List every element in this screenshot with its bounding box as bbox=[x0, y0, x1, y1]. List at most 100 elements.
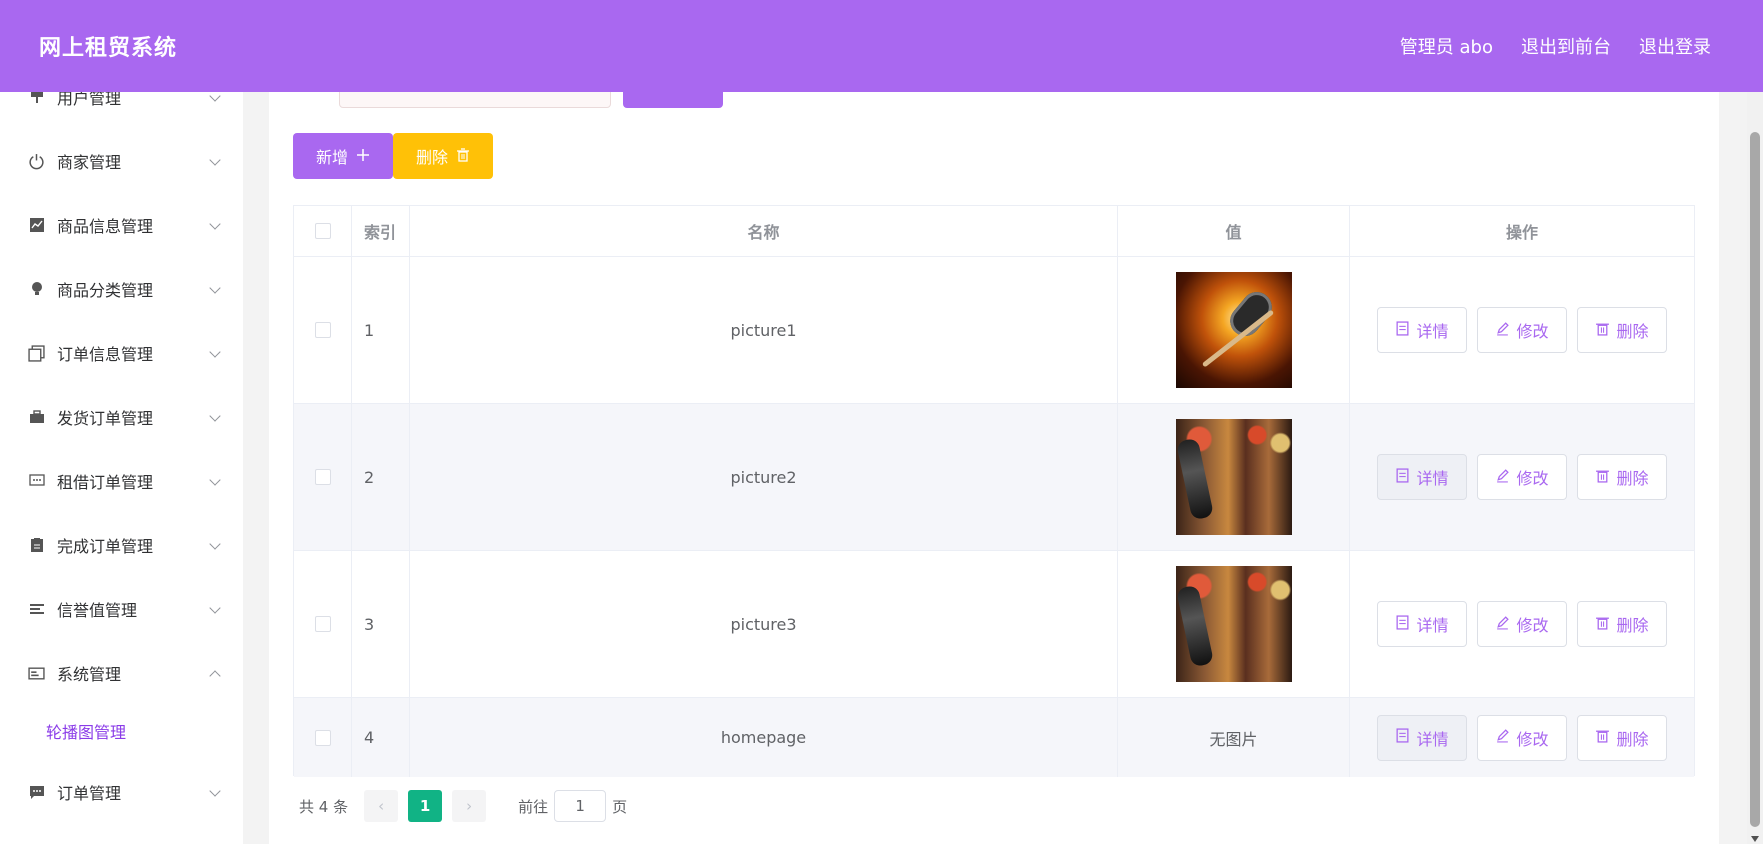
document-icon bbox=[1395, 320, 1410, 340]
list-icon bbox=[27, 600, 46, 619]
logout-link[interactable]: 退出登录 bbox=[1639, 33, 1711, 59]
sidebar-item-credit[interactable]: 信誉值管理 bbox=[0, 577, 243, 641]
sidebar-item-completed-orders[interactable]: 完成订单管理 bbox=[0, 513, 243, 577]
chart-icon bbox=[27, 216, 46, 235]
select-all-checkbox[interactable] bbox=[314, 223, 331, 239]
vertical-scrollbar[interactable] bbox=[1747, 92, 1763, 844]
row-index: 2 bbox=[352, 404, 410, 550]
document-icon bbox=[1395, 614, 1410, 634]
row-checkbox[interactable] bbox=[314, 322, 331, 338]
edit-icon bbox=[1495, 468, 1510, 487]
chevron-down-icon bbox=[209, 218, 221, 230]
message-icon bbox=[27, 783, 46, 802]
chat-icon bbox=[27, 472, 46, 491]
edit-button[interactable]: 修改 bbox=[1477, 601, 1567, 647]
sidebar-item-order-info[interactable]: 订单信息管理 bbox=[0, 321, 243, 385]
trash-icon bbox=[1595, 468, 1610, 487]
chevron-down-icon bbox=[209, 92, 221, 102]
edit-button[interactable]: 修改 bbox=[1477, 714, 1567, 761]
scrollbar-thumb[interactable] bbox=[1750, 132, 1760, 827]
row-name: homepage bbox=[410, 698, 1118, 777]
header-value: 值 bbox=[1118, 206, 1350, 256]
sidebar-item-merchants[interactable]: 商家管理 bbox=[0, 129, 243, 193]
edit-label: 修改 bbox=[1516, 729, 1549, 749]
trash-icon bbox=[1595, 728, 1610, 747]
microphone-image bbox=[1175, 272, 1292, 388]
admin-user-link[interactable]: 管理员 abo bbox=[1400, 33, 1493, 59]
delete-button[interactable]: 删除 bbox=[1577, 714, 1667, 761]
chevron-down-icon bbox=[209, 346, 221, 358]
sidebar-item-label: 订单信息管理 bbox=[57, 345, 154, 364]
chevron-down-icon bbox=[209, 154, 221, 166]
goto-page-input[interactable]: 1 bbox=[554, 790, 607, 822]
edit-label: 修改 bbox=[1516, 469, 1549, 488]
pagination-total: 共 4 条 bbox=[299, 797, 349, 816]
table-header: 索引 名称 值 操作 bbox=[294, 206, 1694, 257]
chevron-down-icon bbox=[209, 410, 221, 422]
detail-button[interactable]: 详情 bbox=[1377, 454, 1467, 500]
sidebar-subitem-carousel[interactable]: 轮播图管理 bbox=[0, 705, 243, 757]
sidebar-item-orders[interactable]: 订单管理 bbox=[0, 760, 243, 824]
delete-label: 删除 bbox=[1616, 469, 1649, 488]
detail-button[interactable]: 详情 bbox=[1377, 601, 1467, 647]
copy-icon bbox=[27, 344, 46, 363]
trash-icon bbox=[456, 147, 470, 166]
bulb-icon bbox=[27, 280, 46, 299]
detail-button[interactable]: 详情 bbox=[1377, 307, 1467, 353]
sidebar-item-rental-orders[interactable]: 租借订单管理 bbox=[0, 449, 243, 513]
brand-title: 网上租贸系统 bbox=[39, 36, 178, 61]
sidebar: 用户管理 商家管理 商品信息管理 商品分类管理 订单信息管理 发货订单管理 租借… bbox=[0, 92, 243, 844]
top-header: 网上租贸系统 管理员 abo 退出到前台 退出登录 bbox=[0, 0, 1763, 92]
detail-button[interactable]: 详情 bbox=[1377, 714, 1467, 761]
edit-icon bbox=[1495, 321, 1510, 340]
trash-icon bbox=[1595, 321, 1610, 340]
row-value: 无图片 bbox=[1118, 698, 1350, 777]
detail-label: 详情 bbox=[1416, 729, 1449, 749]
data-table: 索引 名称 值 操作 1 picture1 详情 修改 删除 2 picture… bbox=[293, 205, 1695, 777]
delete-button[interactable]: 删除 bbox=[1577, 454, 1667, 500]
chevron-down-icon bbox=[209, 602, 221, 614]
row-checkbox[interactable] bbox=[314, 616, 331, 632]
sidebar-item-label: 租借订单管理 bbox=[57, 473, 154, 492]
delete-label: 删除 bbox=[1616, 616, 1649, 635]
sidebar-item-label: 商家管理 bbox=[57, 153, 122, 172]
sidebar-item-users[interactable]: 用户管理 bbox=[0, 92, 243, 129]
header-name: 名称 bbox=[410, 206, 1118, 256]
delete-label: 删除 bbox=[1616, 322, 1649, 341]
chevron-down-icon bbox=[209, 282, 221, 294]
sidebar-item-label: 商品分类管理 bbox=[57, 281, 154, 300]
edit-label: 修改 bbox=[1516, 616, 1549, 635]
edit-label: 修改 bbox=[1516, 322, 1549, 341]
scroll-down-arrow-icon[interactable] bbox=[1751, 836, 1759, 842]
card-icon bbox=[27, 664, 46, 683]
prev-page-button[interactable]: ‹ bbox=[364, 790, 399, 822]
clipboard-icon bbox=[27, 536, 46, 555]
row-checkbox[interactable] bbox=[314, 729, 331, 746]
delete-button-label: 删除 bbox=[415, 148, 448, 167]
sidebar-item-label: 用户管理 bbox=[57, 92, 122, 108]
edit-button[interactable]: 修改 bbox=[1477, 307, 1567, 353]
stage-image bbox=[1175, 419, 1292, 535]
exit-to-frontend-link[interactable]: 退出到前台 bbox=[1521, 33, 1611, 59]
row-index: 1 bbox=[352, 257, 410, 403]
sidebar-item-product-info[interactable]: 商品信息管理 bbox=[0, 193, 243, 257]
trash-icon bbox=[1595, 615, 1610, 634]
delete-label: 删除 bbox=[1616, 729, 1649, 749]
row-name: picture2 bbox=[410, 404, 1118, 550]
batch-delete-button[interactable]: 删除 bbox=[393, 133, 493, 179]
delete-button[interactable]: 删除 bbox=[1577, 307, 1667, 353]
sidebar-item-label: 完成订单管理 bbox=[57, 537, 154, 556]
row-index: 4 bbox=[352, 698, 410, 777]
briefcase-icon bbox=[27, 408, 46, 427]
sidebar-item-product-category[interactable]: 商品分类管理 bbox=[0, 257, 243, 321]
row-checkbox[interactable] bbox=[314, 469, 331, 485]
edit-button[interactable]: 修改 bbox=[1477, 454, 1567, 500]
add-button[interactable]: 新增 bbox=[293, 133, 393, 179]
chevron-down-icon bbox=[209, 785, 221, 797]
power-icon bbox=[27, 152, 46, 171]
page-number-button[interactable]: 1 bbox=[408, 790, 443, 822]
delete-button[interactable]: 删除 bbox=[1577, 601, 1667, 647]
sidebar-item-system[interactable]: 系统管理 bbox=[0, 641, 243, 705]
next-page-button[interactable]: › bbox=[452, 790, 487, 822]
sidebar-item-shipping-orders[interactable]: 发货订单管理 bbox=[0, 385, 243, 449]
